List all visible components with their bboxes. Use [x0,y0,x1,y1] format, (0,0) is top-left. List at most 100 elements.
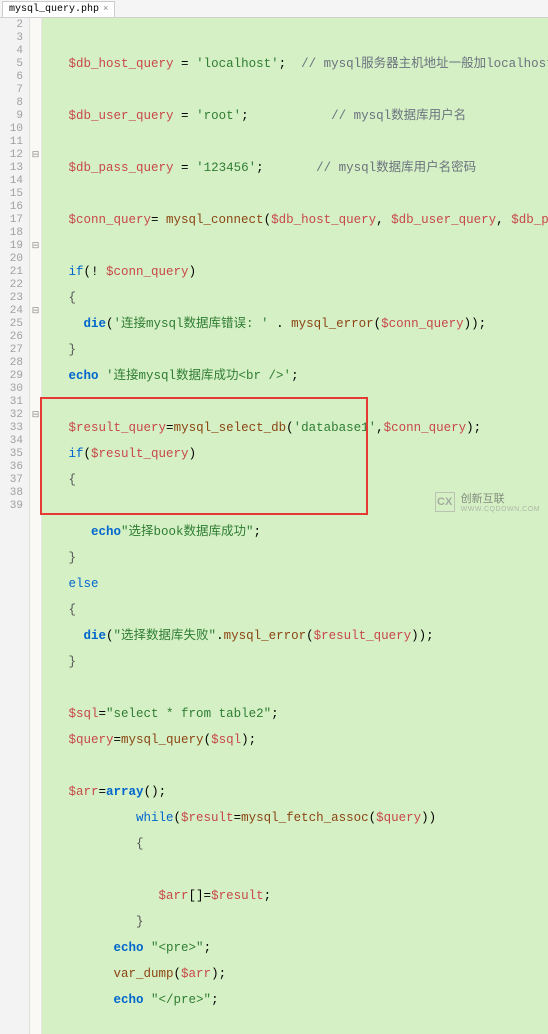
fold-toggle-icon[interactable]: ⊟ [30,305,41,318]
fold-spacer [30,292,41,305]
fold-spacer [30,474,41,487]
line-number: 3 [0,32,23,45]
line-number: 22 [0,279,23,292]
code-line [46,682,544,695]
close-icon[interactable]: × [103,4,108,14]
code-area[interactable]: $db_host_query = 'localhost'; // mysql服务… [42,18,548,1034]
code-line: else [46,578,544,591]
code-line: while($result=mysql_fetch_assoc($query)) [46,812,544,825]
code-line: echo "</pre>"; [46,994,544,1007]
line-number: 32 [0,409,23,422]
code-line: $arr=array(); [46,786,544,799]
code-editor[interactable]: 2345678910111213141516171819202122232425… [0,18,548,1034]
fold-toggle-icon[interactable]: ⊟ [30,149,41,162]
fold-spacer [30,396,41,409]
code-line: if($result_query) [46,448,544,461]
code-line [46,188,544,201]
fold-spacer [30,370,41,383]
fold-spacer [30,71,41,84]
line-number: 28 [0,357,23,370]
watermark-logo-icon: CX [435,492,455,512]
code-line [46,864,544,877]
fold-spacer [30,214,41,227]
code-line [46,32,544,45]
fold-spacer [30,266,41,279]
line-number: 25 [0,318,23,331]
fold-column: ⊟ ⊟ ⊟ ⊟ [30,18,42,1034]
line-number: 11 [0,136,23,149]
code-line: } [46,656,544,669]
line-number: 37 [0,474,23,487]
line-number: 7 [0,84,23,97]
fold-spacer [30,97,41,110]
fold-spacer [30,331,41,344]
line-number: 39 [0,500,23,513]
code-line: { [46,604,544,617]
code-line: $db_host_query = 'localhost'; // mysql服务… [46,58,544,71]
code-line [46,136,544,149]
line-number: 10 [0,123,23,136]
line-number: 27 [0,344,23,357]
fold-spacer [30,500,41,513]
code-line: die('连接mysql数据库错误: ' . mysql_error($conn… [46,318,544,331]
code-line: $query=mysql_query($sql); [46,734,544,747]
fold-spacer [30,201,41,214]
fold-spacer [30,32,41,45]
fold-spacer [30,344,41,357]
code-line [46,396,544,409]
fold-spacer [30,84,41,97]
fold-spacer [30,123,41,136]
file-tab[interactable]: mysql_query.php × [2,1,115,17]
code-line: if(! $conn_query) [46,266,544,279]
line-number: 18 [0,227,23,240]
line-number: 35 [0,448,23,461]
fold-spacer [30,253,41,266]
code-line: { [46,292,544,305]
line-number: 19 [0,240,23,253]
tab-label: mysql_query.php [9,4,99,15]
line-number: 5 [0,58,23,71]
fold-spacer [30,227,41,240]
code-line [46,240,544,253]
line-number: 31 [0,396,23,409]
code-line: } [46,552,544,565]
fold-spacer [30,162,41,175]
line-number: 4 [0,45,23,58]
fold-spacer [30,110,41,123]
code-line: echo '连接mysql数据库成功<br />'; [46,370,544,383]
line-number: 20 [0,253,23,266]
line-number: 29 [0,370,23,383]
code-line: $db_pass_query = '123456'; // mysql数据库用户… [46,162,544,175]
fold-spacer [30,279,41,292]
line-number: 24 [0,305,23,318]
fold-spacer [30,383,41,396]
line-number: 14 [0,175,23,188]
fold-spacer [30,357,41,370]
fold-toggle-icon[interactable]: ⊟ [30,240,41,253]
fold-toggle-icon[interactable]: ⊟ [30,409,41,422]
line-number: 34 [0,435,23,448]
tab-bar: mysql_query.php × [0,0,548,18]
line-gutter: 2345678910111213141516171819202122232425… [0,18,30,1034]
line-number: 13 [0,162,23,175]
code-line: $db_user_query = 'root'; // mysql数据库用户名 [46,110,544,123]
line-number: 8 [0,97,23,110]
line-number: 23 [0,292,23,305]
line-number: 15 [0,188,23,201]
fold-spacer [30,136,41,149]
code-line: echo"选择book数据库成功"; [46,526,544,539]
fold-spacer [30,461,41,474]
code-line: var_dump($arr); [46,968,544,981]
fold-spacer [30,175,41,188]
code-line: $conn_query= mysql_connect($db_host_quer… [46,214,544,227]
code-line [46,84,544,97]
line-number: 33 [0,422,23,435]
code-line: } [46,916,544,929]
fold-spacer [30,513,41,526]
watermark-text: 创新互联 WWW.CQDOWN.COM [461,490,540,513]
line-number: 38 [0,487,23,500]
fold-spacer [30,45,41,58]
line-number: 6 [0,71,23,84]
code-line: echo "<pre>"; [46,942,544,955]
line-number: 9 [0,110,23,123]
